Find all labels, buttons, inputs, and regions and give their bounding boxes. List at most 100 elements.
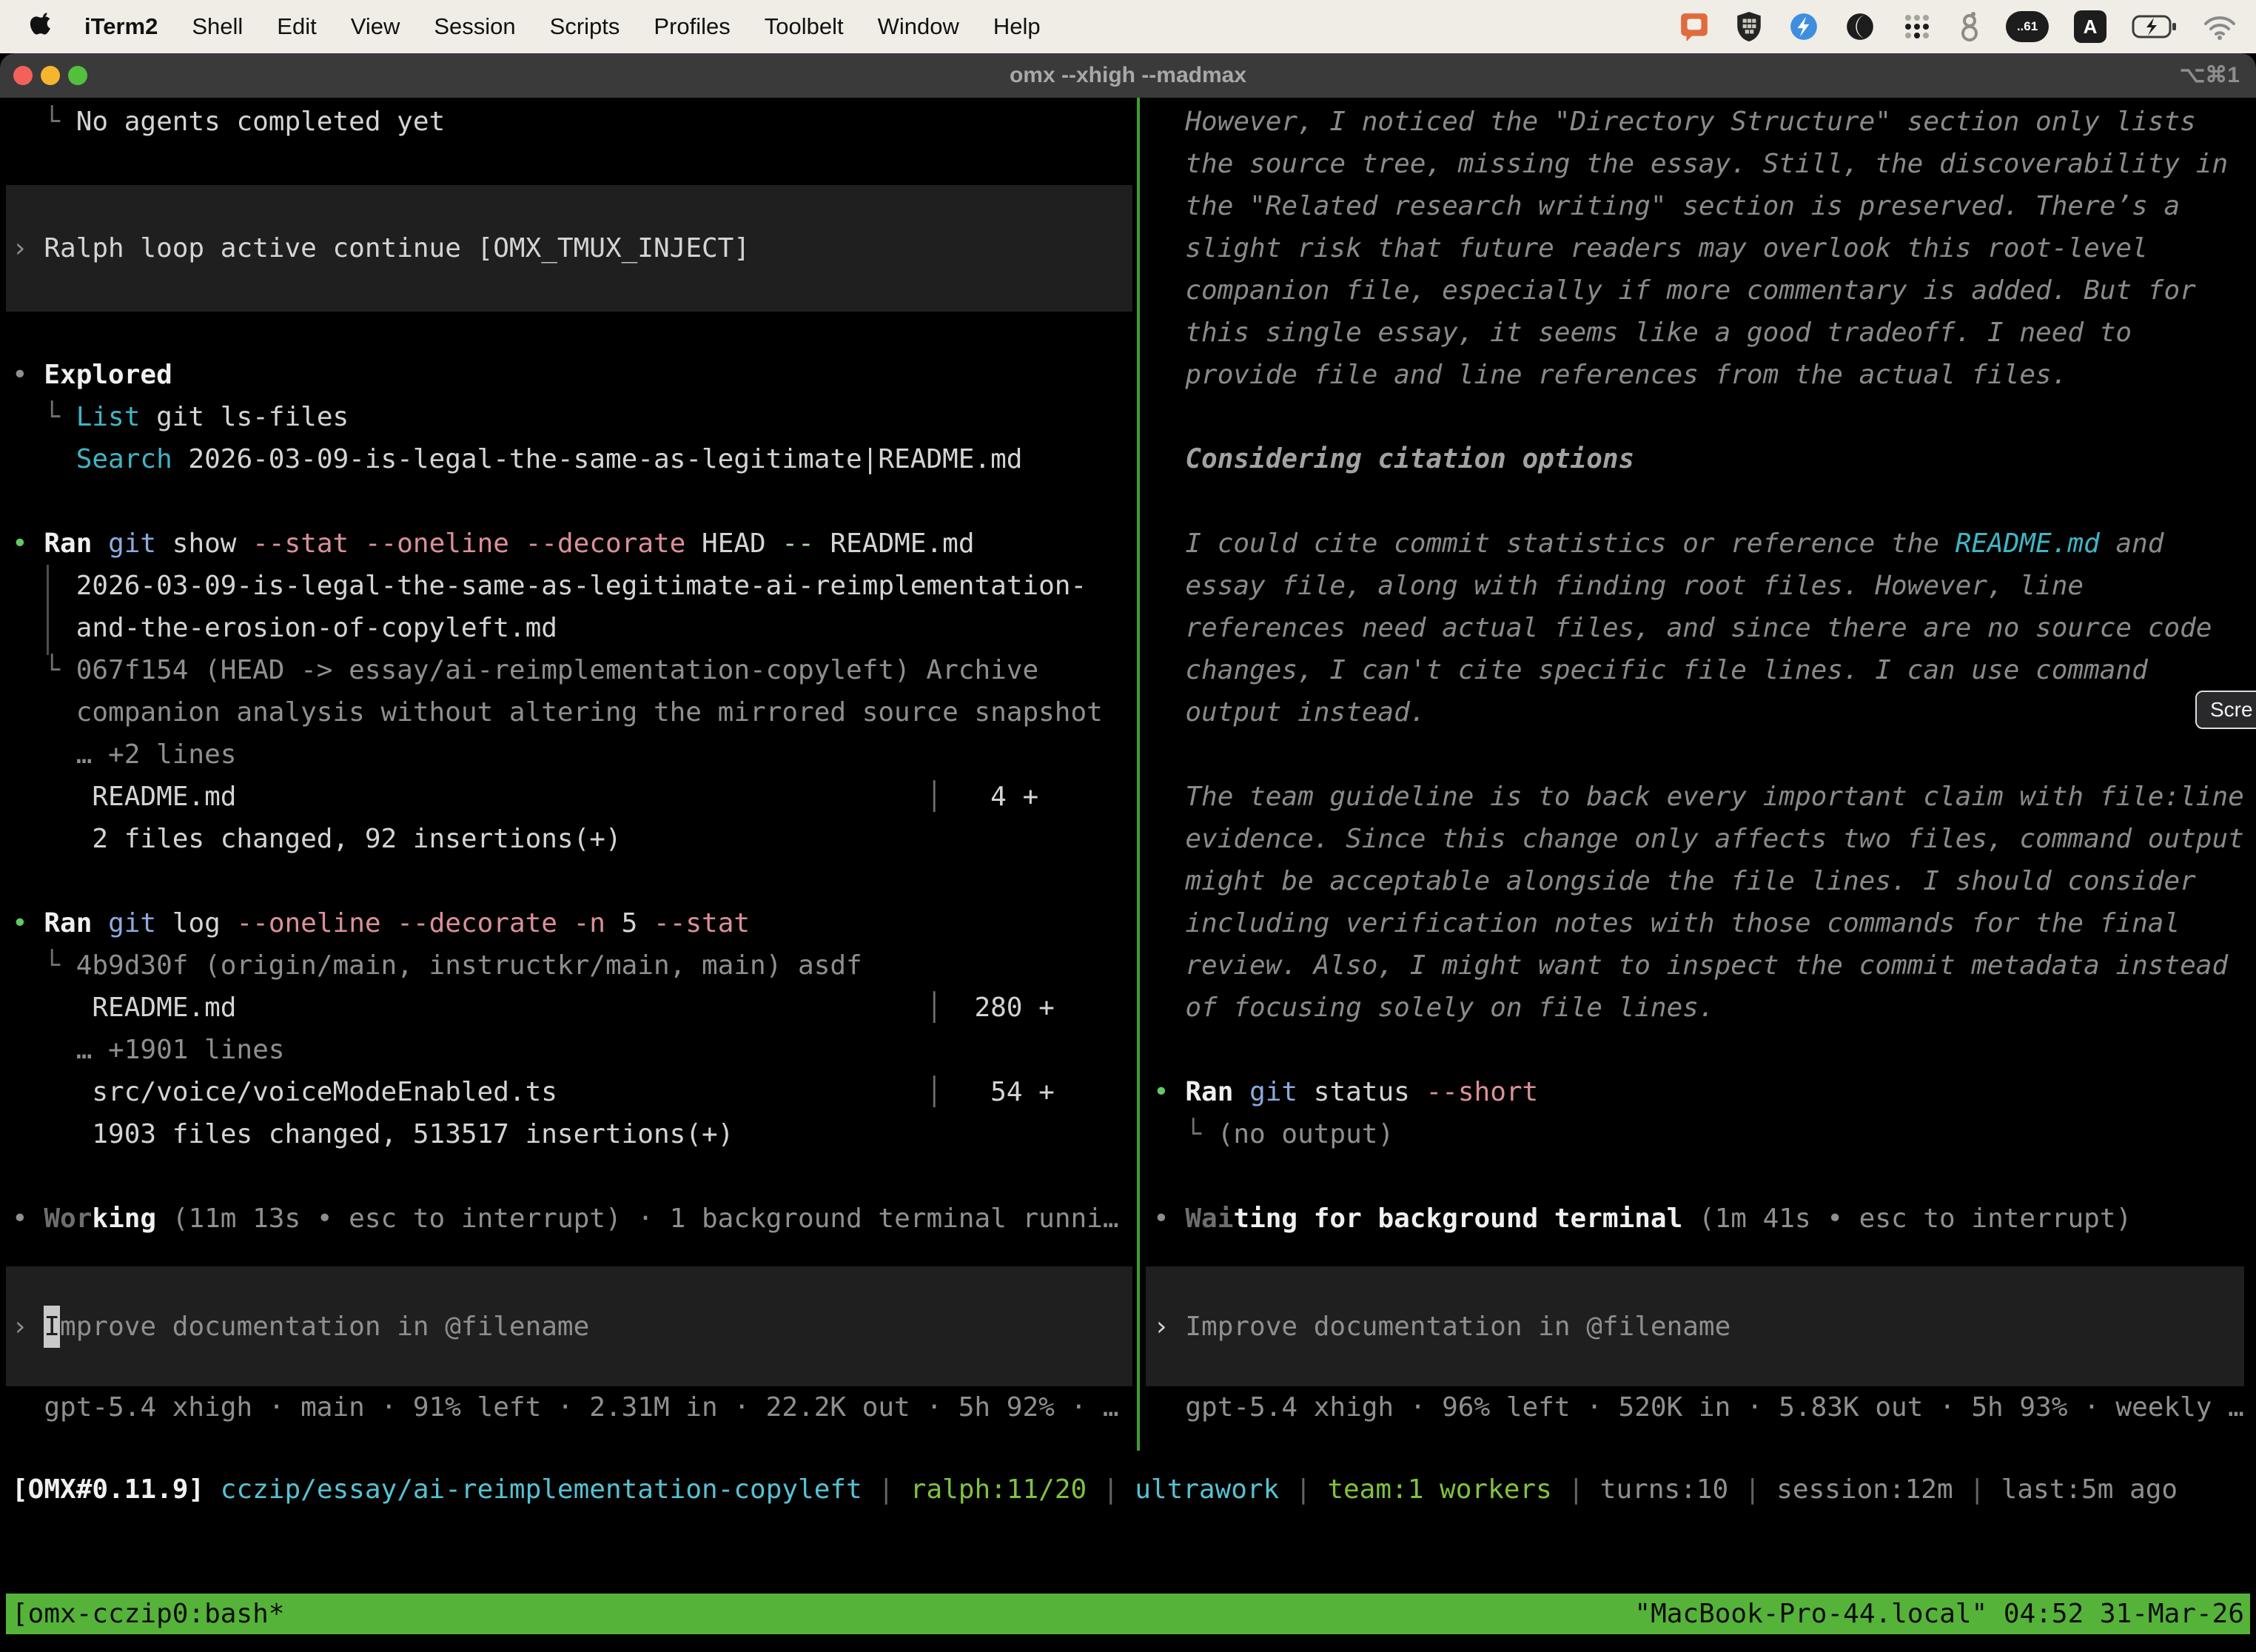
- text-segment: •: [12, 908, 44, 939]
- terminal-line: └ (no output): [1146, 1113, 2256, 1155]
- terminal-line: • Explored: [0, 354, 1132, 396]
- text-segment: I could cite commit statistics or refere…: [1153, 528, 1955, 559]
- text-segment: git ls-files: [140, 402, 349, 432]
- text-segment: the source tree, missing the essay. Stil…: [1153, 149, 2228, 179]
- text-segment: gpt-5.4 xhigh · 96% left · 520K in · 5.8…: [1153, 1392, 2244, 1423]
- menu-item-window[interactable]: Window: [878, 13, 959, 40]
- blank-line: [1146, 733, 2256, 776]
- menu-items: iTerm2 Shell Edit View Session Scripts Profile…: [84, 13, 1041, 40]
- text-segment: 1903 files changed, 513517 insertions(+): [12, 1119, 733, 1149]
- text-segment: [1233, 1077, 1249, 1107]
- text-segment: (11m 13s • esc to interrupt) · 1 backgro…: [156, 1203, 1118, 1234]
- terminal-line: essay file, along with finding root file…: [1146, 565, 2256, 607]
- text-segment: |: [1279, 1474, 1327, 1505]
- shield-grid-icon[interactable]: [1735, 11, 1763, 42]
- apple-menu-icon[interactable]: [30, 13, 53, 41]
- terminal-line: this single essay, it seems like a good …: [1146, 312, 2256, 354]
- tree-guide-line: [47, 565, 49, 655]
- text-segment: However, I noticed the "Directory Struct…: [1153, 107, 2196, 137]
- squiggle-eight-icon[interactable]: [1958, 10, 1981, 43]
- text-segment: HEAD: [685, 528, 782, 559]
- text-segment: last:5m ago: [2001, 1474, 2178, 1505]
- text-segment: •: [1153, 1077, 1185, 1107]
- text-segment: companion analysis without altering the …: [12, 697, 1103, 728]
- menu-item-session[interactable]: Session: [434, 13, 515, 40]
- blank-line: [0, 312, 1132, 354]
- crescent-circle-icon[interactable]: [1844, 11, 1876, 42]
- terminal: └ No agents completed yet› Ralph loop ac…: [0, 98, 2256, 1652]
- menu-item-help[interactable]: Help: [993, 13, 1041, 40]
- blank-line: [1146, 1155, 2256, 1198]
- text-segment: king: [92, 1203, 156, 1234]
- text-segment: … +2 lines: [12, 739, 236, 770]
- text-segment: 2026-03-09-is-legal-the-same-as-legitima…: [12, 571, 1087, 601]
- iterm-window: omx --xhigh --madmax ⌥⌘1 └ No agents com…: [0, 53, 2256, 1652]
- text-segment: Wor: [44, 1203, 92, 1234]
- wifi-icon[interactable]: [2203, 13, 2237, 40]
- dots-grid-icon[interactable]: [1901, 10, 1933, 43]
- terminal-line: the "Related research writing" section i…: [1146, 185, 2256, 227]
- terminal-line: • Ran git log --oneline --decorate -n 5 …: [0, 902, 1132, 944]
- percent-badge-icon[interactable]: ..61: [2006, 11, 2049, 42]
- session-status-left: gpt-5.4 xhigh · main · 91% left · 2.31M …: [0, 1386, 1132, 1428]
- pane-left: └ No agents completed yet› Ralph loop ac…: [0, 98, 1132, 1428]
- terminal-line: of focusing solely on file lines.: [1146, 987, 2256, 1029]
- text-segment: README.md: [1955, 528, 2100, 559]
- input-source-icon[interactable]: A: [2074, 10, 2106, 43]
- text-segment: show: [156, 528, 252, 559]
- terminal-line: └ 4b9d30f (origin/main, instructkr/main,…: [0, 944, 1132, 987]
- text-segment: Ran: [1185, 1077, 1233, 1107]
- terminal-line: src/voice/voiceModeEnabled.ts │ 54 +: [0, 1071, 1132, 1113]
- menu-item-shell[interactable]: Shell: [192, 13, 243, 40]
- terminal-line: … +1901 lines: [0, 1029, 1132, 1071]
- menu-item-profiles[interactable]: Profiles: [654, 13, 730, 40]
- text-segment: 067f154 (HEAD -> essay/ai-reimplementati…: [76, 655, 1038, 685]
- tmux-host-time: "MacBook-Pro-44.local" 04:52 31-Mar-26: [1634, 1594, 2244, 1634]
- text-segment: └: [1153, 1119, 1218, 1149]
- text-segment: |: [862, 1474, 910, 1505]
- battery-icon[interactable]: [2132, 15, 2178, 38]
- menu-item-view[interactable]: View: [351, 13, 400, 40]
- menu-item-scripts[interactable]: Scripts: [550, 13, 620, 40]
- text-segment: status: [1297, 1077, 1426, 1107]
- text-segment: |: [1953, 1474, 2001, 1505]
- prompt-input-right[interactable]: › Improve documentation in @filename: [1146, 1266, 2244, 1386]
- terminal-line: └ No agents completed yet: [0, 101, 1132, 143]
- text-segment: essay file, along with finding root file…: [1153, 571, 2084, 601]
- text-segment: |: [1728, 1474, 1776, 1505]
- text-segment: references need actual files, and since …: [1153, 613, 2212, 643]
- text-segment: │: [926, 993, 942, 1023]
- text-segment: │: [926, 782, 942, 812]
- text-segment: log: [156, 908, 236, 939]
- terminal-output-left: └ No agents completed yet› Ralph loop ac…: [0, 101, 1132, 1240]
- menu-item-edit[interactable]: Edit: [277, 13, 316, 40]
- terminal-line: … +2 lines: [0, 733, 1132, 776]
- terminal-line: README.md │ 280 +: [0, 987, 1132, 1029]
- prompt-input-left[interactable]: › Improve documentation in @filename: [6, 1266, 1132, 1386]
- text-segment: The team guideline is to back every impo…: [1153, 782, 2244, 812]
- text-segment: gpt-5.4 xhigh · main · 91% left · 2.31M …: [12, 1392, 1119, 1423]
- text-segment: List: [76, 402, 141, 432]
- text-segment: Search: [76, 444, 172, 474]
- pane-divider[interactable]: [1137, 98, 1140, 1451]
- menu-item-iterm2[interactable]: iTerm2: [84, 13, 158, 40]
- chat-bubble-icon[interactable]: [1679, 11, 1710, 42]
- terminal-line: I could cite commit statistics or refere…: [1146, 523, 2256, 565]
- text-segment: 2026-03-09-is-legal-the-same-as-legitima…: [172, 444, 1023, 474]
- text-segment: Considering citation options: [1153, 444, 1634, 474]
- blue-badge-icon[interactable]: [1788, 11, 1819, 42]
- text-segment: (1m 41s • esc to interrupt): [1682, 1203, 2132, 1234]
- text-segment: the "Related research writing" section i…: [1153, 191, 2180, 221]
- tmux-session-name: [omx-cczip0:bash*: [12, 1594, 284, 1634]
- menu-item-toolbelt[interactable]: Toolbelt: [765, 13, 844, 40]
- blank-line: [1146, 1029, 2256, 1071]
- blank-line: [1146, 480, 2256, 523]
- text-segment: Explored: [44, 360, 172, 390]
- text-segment: git: [108, 528, 156, 559]
- text-segment: src/voice/voiceModeEnabled.ts: [12, 1077, 926, 1107]
- text-segment: … +1901 lines: [12, 1035, 284, 1065]
- terminal-line: might be acceptable alongside the file l…: [1146, 860, 2256, 902]
- title-bar[interactable]: omx --xhigh --madmax ⌥⌘1: [0, 53, 2256, 98]
- text-segment: cczip/essay/ai-reimplementation-copyleft: [221, 1474, 862, 1505]
- terminal-line: the source tree, missing the essay. Stil…: [1146, 143, 2256, 185]
